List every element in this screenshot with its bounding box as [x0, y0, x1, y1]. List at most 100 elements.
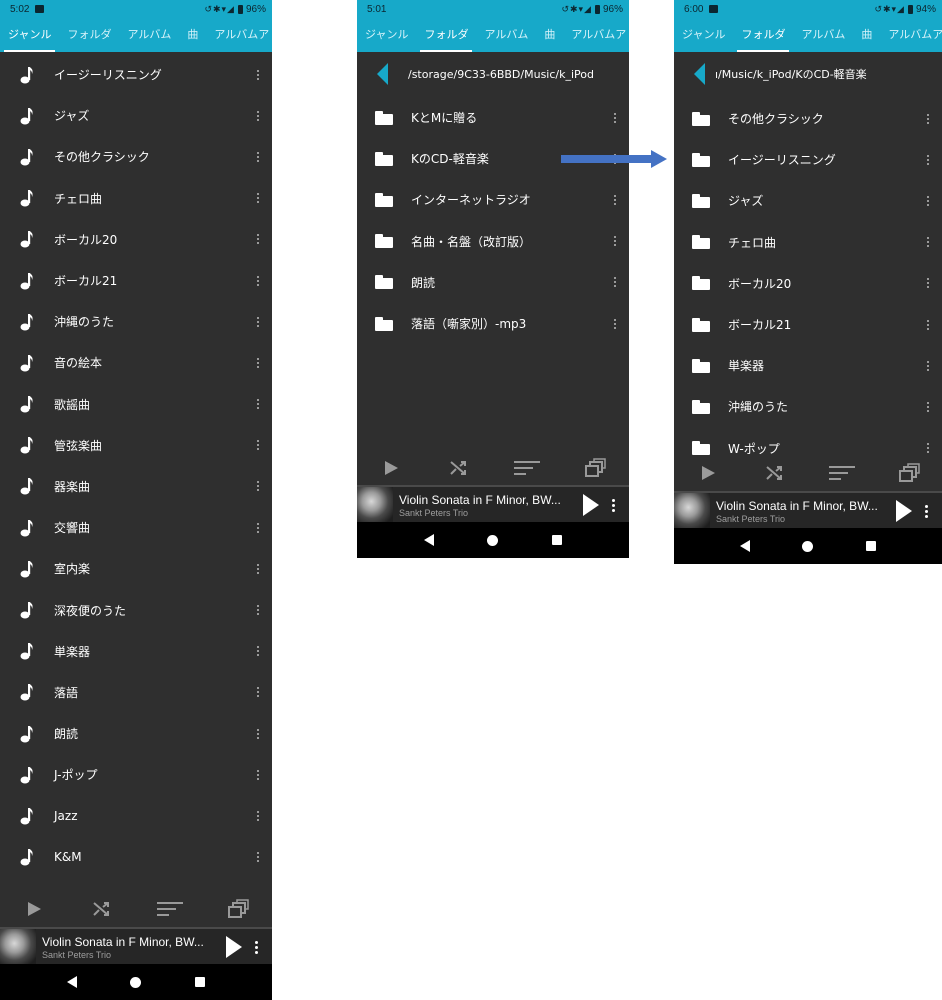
more-vert-icon[interactable] [256, 316, 260, 327]
genre-item[interactable]: Jazz [0, 795, 272, 836]
tab-song[interactable]: 曲 [853, 18, 880, 52]
genre-item[interactable]: 交響曲 [0, 507, 272, 548]
tab-album-artist[interactable]: アルバムア [206, 18, 272, 52]
folder-item[interactable]: 沖縄のうた [674, 386, 942, 427]
more-vert-icon[interactable] [926, 154, 930, 165]
more-vert-icon[interactable] [926, 195, 930, 206]
sort-icon[interactable] [512, 453, 542, 483]
tab-folder[interactable]: フォルダ [59, 18, 119, 52]
more-vert-icon[interactable] [926, 278, 930, 289]
tab-folder[interactable]: フォルダ [733, 18, 793, 52]
folder-item[interactable]: KとMに贈る [357, 97, 629, 138]
genre-item[interactable]: 歌謡曲 [0, 384, 272, 425]
nav-back-icon[interactable] [740, 540, 751, 552]
folder-item[interactable]: 朗読 [357, 262, 629, 303]
now-playing-bar[interactable]: Violin Sonata in F Minor, BW... Sankt Pe… [357, 485, 629, 523]
queue-icon[interactable] [223, 894, 253, 924]
genre-item[interactable]: 器楽曲 [0, 466, 272, 507]
play-button[interactable] [226, 936, 242, 958]
genre-item[interactable]: 室内楽 [0, 548, 272, 589]
genre-item[interactable]: 単楽器 [0, 631, 272, 672]
more-vert-icon[interactable] [924, 504, 928, 518]
more-vert-icon[interactable] [613, 194, 617, 205]
genre-item[interactable]: 音の絵本 [0, 342, 272, 383]
tab-album-artist[interactable]: アルバムア [880, 18, 942, 52]
more-vert-icon[interactable] [611, 498, 615, 512]
more-vert-icon[interactable] [256, 234, 260, 245]
more-vert-icon[interactable] [256, 69, 260, 80]
shuffle-icon[interactable] [444, 453, 474, 483]
nav-home-icon[interactable] [487, 534, 499, 546]
more-vert-icon[interactable] [256, 481, 260, 492]
play-all-icon[interactable] [693, 458, 723, 488]
genre-item[interactable]: 深夜便のうた [0, 589, 272, 630]
play-button[interactable] [583, 494, 599, 516]
more-vert-icon[interactable] [256, 563, 260, 574]
folder-item[interactable]: インターネットラジオ [357, 179, 629, 220]
more-vert-icon[interactable] [256, 193, 260, 204]
queue-icon[interactable] [580, 453, 610, 483]
sort-icon[interactable] [155, 894, 185, 924]
folder-item[interactable]: W-ポップ [674, 428, 942, 459]
folder-item[interactable]: その他クラシック [674, 98, 942, 139]
more-vert-icon[interactable] [256, 728, 260, 739]
more-vert-icon[interactable] [926, 443, 930, 454]
more-vert-icon[interactable] [256, 151, 260, 162]
more-vert-icon[interactable] [613, 318, 617, 329]
nav-back-icon[interactable] [66, 976, 77, 988]
sort-icon[interactable] [827, 458, 857, 488]
folder-item[interactable]: 名曲・名盤（改訂版） [357, 221, 629, 262]
genre-item[interactable]: チェロ曲 [0, 178, 272, 219]
play-all-icon[interactable] [19, 894, 49, 924]
genre-item[interactable]: イージーリスニング [0, 54, 272, 95]
genre-item[interactable]: ジャズ [0, 95, 272, 136]
folder-item[interactable]: イージーリスニング [674, 139, 942, 180]
genre-item[interactable]: 沖縄のうた [0, 301, 272, 342]
genre-item[interactable]: その他クラシック [0, 136, 272, 177]
tab-genre[interactable]: ジャンル [357, 18, 416, 52]
back-arrow-icon[interactable] [694, 63, 705, 85]
tab-folder[interactable]: フォルダ [416, 18, 476, 52]
more-vert-icon[interactable] [254, 940, 258, 954]
folder-item[interactable]: チェロ曲 [674, 222, 942, 263]
nav-recents-icon[interactable] [552, 535, 563, 545]
more-vert-icon[interactable] [613, 277, 617, 288]
tab-album[interactable]: アルバム [793, 18, 853, 52]
more-vert-icon[interactable] [256, 687, 260, 698]
more-vert-icon[interactable] [613, 112, 617, 123]
more-vert-icon[interactable] [256, 605, 260, 616]
folder-item[interactable]: 単楽器 [674, 345, 942, 386]
genre-item[interactable]: 管弦楽曲 [0, 425, 272, 466]
more-vert-icon[interactable] [926, 237, 930, 248]
genre-item[interactable]: K&M [0, 837, 272, 878]
tab-album[interactable]: アルバム [119, 18, 179, 52]
shuffle-icon[interactable] [760, 458, 790, 488]
genre-item[interactable]: 落語 [0, 672, 272, 713]
more-vert-icon[interactable] [613, 236, 617, 247]
more-vert-icon[interactable] [256, 522, 260, 533]
folder-item[interactable]: 落語（噺家別）-mp3 [357, 303, 629, 344]
queue-icon[interactable] [894, 458, 924, 488]
more-vert-icon[interactable] [926, 401, 930, 412]
more-vert-icon[interactable] [256, 852, 260, 863]
back-arrow-icon[interactable] [377, 63, 388, 85]
nav-back-icon[interactable] [423, 534, 434, 546]
genre-item[interactable]: J-ポップ [0, 754, 272, 795]
folder-item[interactable]: ボーカル21 [674, 304, 942, 345]
now-playing-bar[interactable]: Violin Sonata in F Minor, BW... Sankt Pe… [674, 491, 942, 529]
more-vert-icon[interactable] [926, 319, 930, 330]
more-vert-icon[interactable] [256, 646, 260, 657]
more-vert-icon[interactable] [256, 275, 260, 286]
genre-item[interactable]: ボーカル21 [0, 260, 272, 301]
more-vert-icon[interactable] [256, 399, 260, 410]
folder-item[interactable]: ボーカル20 [674, 263, 942, 304]
more-vert-icon[interactable] [256, 357, 260, 368]
more-vert-icon[interactable] [926, 360, 930, 371]
nav-home-icon[interactable] [802, 540, 814, 552]
nav-recents-icon[interactable] [865, 541, 876, 551]
genre-item[interactable]: 朗読 [0, 713, 272, 754]
tab-genre[interactable]: ジャンル [0, 18, 59, 52]
genre-item[interactable]: ボーカル20 [0, 219, 272, 260]
more-vert-icon[interactable] [256, 110, 260, 121]
play-button[interactable] [896, 500, 912, 522]
